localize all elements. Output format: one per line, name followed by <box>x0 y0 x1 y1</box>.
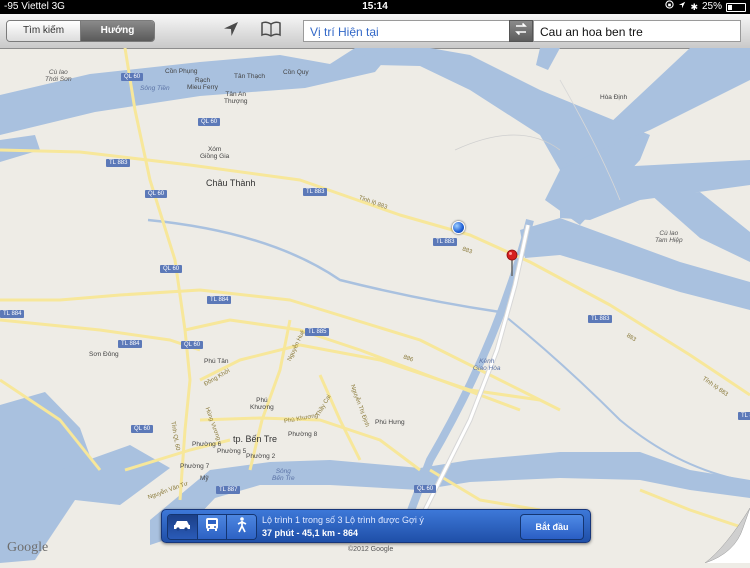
driving-mode-button[interactable] <box>168 515 198 539</box>
place-label: Châu Thành <box>206 178 256 188</box>
start-navigation-button[interactable]: Bắt đầu <box>520 514 584 540</box>
place-label: Xóm Giồng Gia <box>200 146 230 160</box>
water-label: Sông Tiền <box>140 85 170 92</box>
water-label: Sông Bến Tre <box>272 468 295 482</box>
status-bar: -95 Viettel 3G 15:14 ✱ 25% <box>0 0 750 14</box>
road-shield: TL 883 <box>303 188 328 196</box>
swap-arrows-icon <box>514 22 528 41</box>
place-label: Phú Tân <box>204 358 229 365</box>
bus-icon <box>205 517 219 537</box>
current-location-dot[interactable] <box>452 221 465 234</box>
google-logo: Google <box>7 540 49 555</box>
clock: 15:14 <box>362 1 388 12</box>
road-shield: QL 60 <box>145 190 168 198</box>
bluetooth-icon: ✱ <box>690 2 698 12</box>
place-label: Mỹ <box>200 475 209 482</box>
road-shield: TL 883 <box>106 159 131 167</box>
place-label: Phường 6 <box>192 441 222 448</box>
place-label: Phường 7 <box>180 463 210 470</box>
road-shield: TL 883 <box>738 412 750 420</box>
road-shield: QL 60 <box>198 118 221 126</box>
transport-mode-selector <box>167 514 257 540</box>
directions-tab[interactable]: Hướng <box>81 21 154 41</box>
road-shield: TL 883 <box>433 238 458 246</box>
search-directions-segmented-control: Tìm kiếm Hướng <box>6 20 155 42</box>
maps-toolbar: Tìm kiếm Hướng Vị trí Hiện tại Cau an ho… <box>0 14 750 49</box>
battery-percent: 25% <box>701 1 722 12</box>
destination-pin[interactable] <box>505 249 519 282</box>
battery-icon <box>726 2 746 12</box>
swap-locations-button[interactable] <box>509 20 533 42</box>
location-arrow-icon <box>223 21 239 42</box>
water-label: Kênh Giao Hòa <box>473 358 501 372</box>
road-shield: QL 60 <box>181 341 204 349</box>
transit-mode-button[interactable] <box>197 515 228 539</box>
city-label: tp. Bến Tre <box>233 434 278 444</box>
car-icon <box>173 518 191 536</box>
place-label: Phường 8 <box>288 431 318 438</box>
map-view[interactable]: Cù lao Thới Sơn Cồn Phụng Rạch Mieu Ferry … <box>0 48 750 563</box>
status-right: ✱ 25% <box>665 0 746 14</box>
road-shield: TL 884 <box>118 340 143 348</box>
place-label: Tân Thạch <box>234 73 265 80</box>
road-shield: TL 884 <box>0 310 25 318</box>
page-curl[interactable] <box>704 507 750 564</box>
end-location-field[interactable]: Cau an hoa ben tre <box>533 20 741 42</box>
road-shield: QL 60 <box>131 425 154 433</box>
place-label: Phường 5 <box>217 448 247 455</box>
road-shield: QL 60 <box>414 485 437 493</box>
walking-mode-button[interactable] <box>227 515 256 539</box>
road-shield: TL 884 <box>207 296 232 304</box>
road-shield: QL 60 <box>121 73 144 81</box>
place-label: Phường 2 <box>246 453 276 460</box>
copyright-text: ©2012 Google <box>348 546 394 553</box>
road-shield: QL 60 <box>160 265 183 273</box>
map-canvas <box>0 48 750 563</box>
route-info-bar: Lộ trình 1 trong số 3 Lộ trình được Gợi … <box>161 509 591 543</box>
place-label: Cù lao Tam Hiệp <box>655 230 683 244</box>
place-label: Cồn Quy <box>283 69 309 76</box>
start-location-field[interactable]: Vị trí Hiện tại <box>303 20 510 42</box>
route-summary: 37 phút - 45,1 km - 864 <box>262 528 359 538</box>
place-label: Rạch Mieu Ferry <box>187 77 219 91</box>
location-arrow-icon <box>678 0 686 14</box>
bookmarks-button[interactable] <box>260 20 282 42</box>
place-label: Phú Hưng <box>375 419 405 426</box>
place-label: Sơn Đông <box>89 351 119 358</box>
search-tab[interactable]: Tìm kiếm <box>7 21 81 41</box>
place-label: Cù lao Thới Sơn <box>45 69 72 83</box>
route-title: Lộ trình 1 trong số 3 Lộ trình được Gợi … <box>262 515 424 525</box>
place-label: Cồn Phụng <box>165 68 198 75</box>
road-shield: TL 885 <box>305 328 330 336</box>
lock-rotation-icon <box>665 0 675 14</box>
road-shield: TL 883 <box>588 315 613 323</box>
place-label: Tân An Thượng <box>224 91 248 105</box>
current-location-button[interactable] <box>220 20 242 42</box>
red-pin-icon <box>505 249 519 281</box>
place-label: Phú Khương <box>250 397 274 411</box>
road-shield: TL 887 <box>216 486 241 494</box>
book-icon <box>261 20 281 42</box>
place-label: Hòa Định <box>600 94 628 101</box>
walk-icon <box>236 516 248 538</box>
